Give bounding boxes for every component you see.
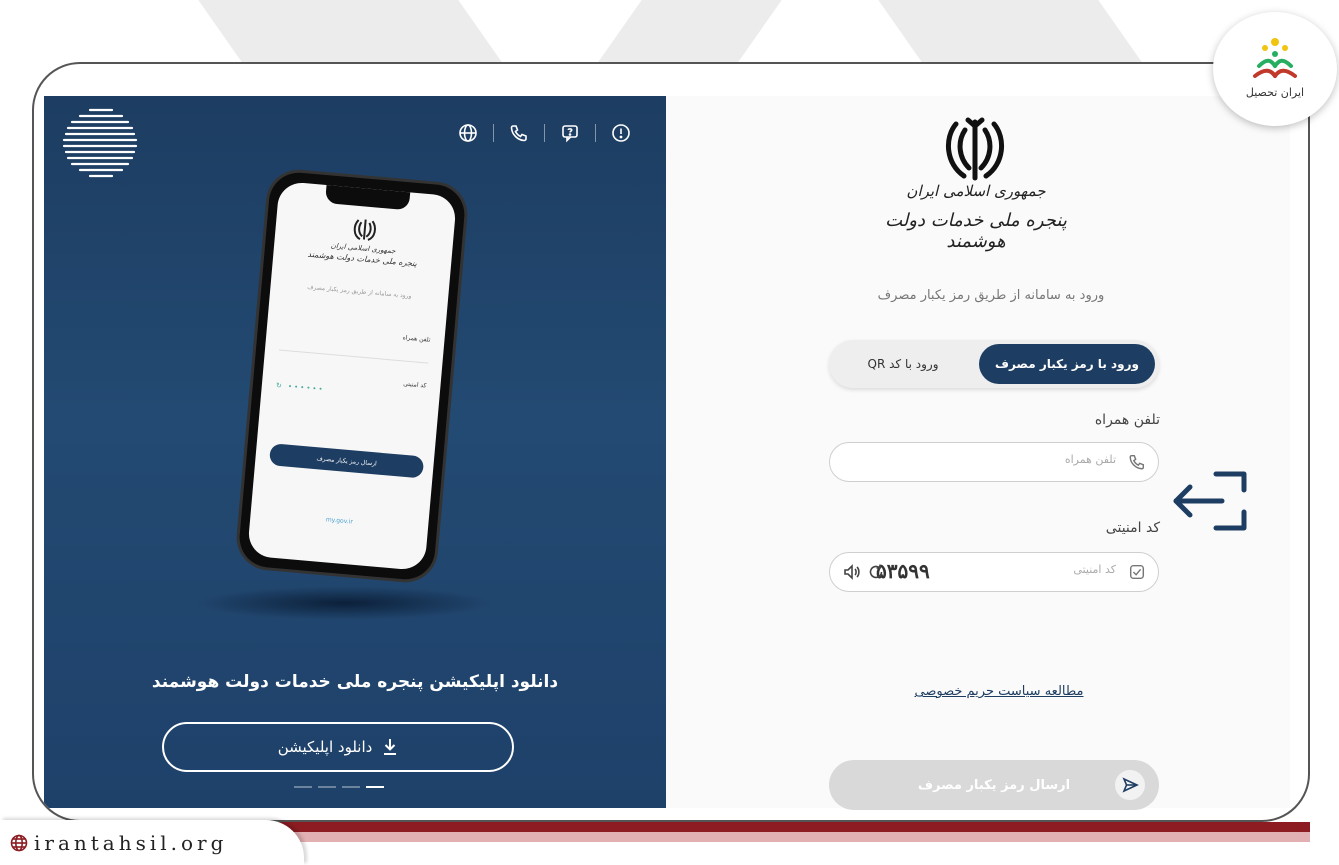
phone-icon[interactable]	[508, 122, 530, 144]
phone-input-wrapper	[829, 442, 1159, 482]
screenshot-frame: جمهوری اسلامی ایران پنجره ملی خدمات دولت…	[32, 62, 1310, 822]
phone-subtitle: ورود به سامانه از طریق رمز یکبار مصرف	[306, 283, 412, 300]
login-method-tabs: ورود با رمز یکبار مصرف ورود با کد QR	[829, 340, 1159, 388]
security-input-wrapper: ۵۳۵۹۹	[829, 552, 1159, 592]
phone-code-label: کد امنیتی	[402, 380, 427, 390]
send-otp-button[interactable]: ارسال رمز یکبار مصرف	[829, 760, 1159, 810]
watermark-text: irantahsil.org	[34, 830, 228, 855]
help-chat-icon[interactable]	[559, 122, 581, 144]
phone-footer-text: my.gov.ir	[325, 516, 354, 526]
phone-field-label: تلفن همراه	[1094, 412, 1160, 428]
tab-otp-login[interactable]: ورود با رمز یکبار مصرف	[979, 344, 1155, 384]
accent-bar	[270, 822, 1310, 832]
send-otp-button-label: ارسال رمز یکبار مصرف	[917, 777, 1071, 793]
top-icon-bar	[457, 122, 632, 144]
info-icon[interactable]	[610, 122, 632, 144]
icon-divider	[493, 124, 494, 142]
security-field-label: کد امنیتی	[1105, 520, 1160, 536]
phone-screen: جمهوری اسلامی ایران پنجره ملی خدمات دولت…	[246, 180, 458, 572]
send-icon	[1115, 770, 1145, 800]
background-shape-left	[198, 0, 502, 62]
tab-qr-login[interactable]: ورود با کد QR	[833, 344, 973, 384]
carousel-dot[interactable]	[294, 786, 312, 788]
phone-input[interactable]	[846, 452, 1118, 467]
phone-footer: my.gov.ir	[250, 510, 428, 532]
refresh-icon[interactable]	[866, 562, 886, 582]
background-shape-mid	[598, 0, 782, 62]
globe-logo-icon	[62, 108, 138, 178]
download-title: دانلود اپلیکیشن پنجره ملی خدمات دولت هوش…	[151, 672, 559, 692]
security-code-input[interactable]	[1000, 562, 1118, 577]
login-subtitle: ورود به سامانه از طریق رمز یکبار مصرف	[877, 288, 1105, 303]
carousel-indicators	[294, 786, 384, 788]
carousel-dot[interactable]	[342, 786, 360, 788]
emblem-icon	[353, 219, 376, 241]
brand-badge: ایران تحصیل	[1213, 12, 1337, 126]
login-panel: جمهوری اسلامی ایران پنجره ملی خدمات دولت…	[666, 96, 1290, 810]
accent-bar-shadow	[270, 832, 1310, 842]
tab-otp-label: ورود با رمز یکبار مصرف	[995, 357, 1139, 371]
speaker-icon[interactable]	[842, 562, 862, 582]
background-shape-right	[878, 0, 1142, 62]
phone-send-button-label: ارسال رمز یکبار مصرف	[316, 454, 377, 467]
carousel-dot-active[interactable]	[366, 786, 384, 788]
emblem-text-country: جمهوری اسلامی ایران	[906, 182, 1046, 200]
brand-logo-icon	[1253, 38, 1297, 78]
download-icon	[384, 739, 397, 755]
download-app-button-label: دانلود اپلیکیشن	[277, 738, 373, 756]
app-promo-panel: جمهوری اسلامی ایران پنجره ملی خدمات دولت…	[44, 96, 666, 808]
phone-mockup: جمهوری اسلامی ایران پنجره ملی خدمات دولت…	[237, 170, 467, 582]
tab-qr-label: ورود با کد QR	[867, 357, 939, 371]
login-arrow-icon	[1173, 471, 1247, 531]
brand-name: ایران تحصیل	[1245, 86, 1305, 99]
download-app-button[interactable]: دانلود اپلیکیشن	[162, 722, 514, 772]
globe-icon[interactable]	[457, 122, 479, 144]
site-watermark: irantahsil.org	[0, 820, 304, 865]
privacy-policy-link[interactable]: مطالعه سیاست حریم خصوصی	[876, 684, 1122, 699]
emblem-text-portal: پنجره ملی خدمات دولت هوشمند	[885, 210, 1067, 252]
iran-emblem-icon	[945, 117, 1005, 181]
check-shield-icon	[1129, 564, 1145, 580]
icon-divider	[544, 124, 545, 142]
phone-captcha: ↻ ••••••	[275, 381, 325, 394]
phone-phone-label: تلفن همراه	[402, 334, 431, 344]
captcha-controls	[842, 562, 886, 582]
icon-divider	[595, 124, 596, 142]
phone-icon	[1129, 454, 1145, 470]
globe-icon	[10, 834, 28, 851]
phone-shadow	[194, 586, 494, 620]
phone-send-button: ارسال رمز یکبار مصرف	[268, 443, 425, 479]
carousel-dot[interactable]	[318, 786, 336, 788]
